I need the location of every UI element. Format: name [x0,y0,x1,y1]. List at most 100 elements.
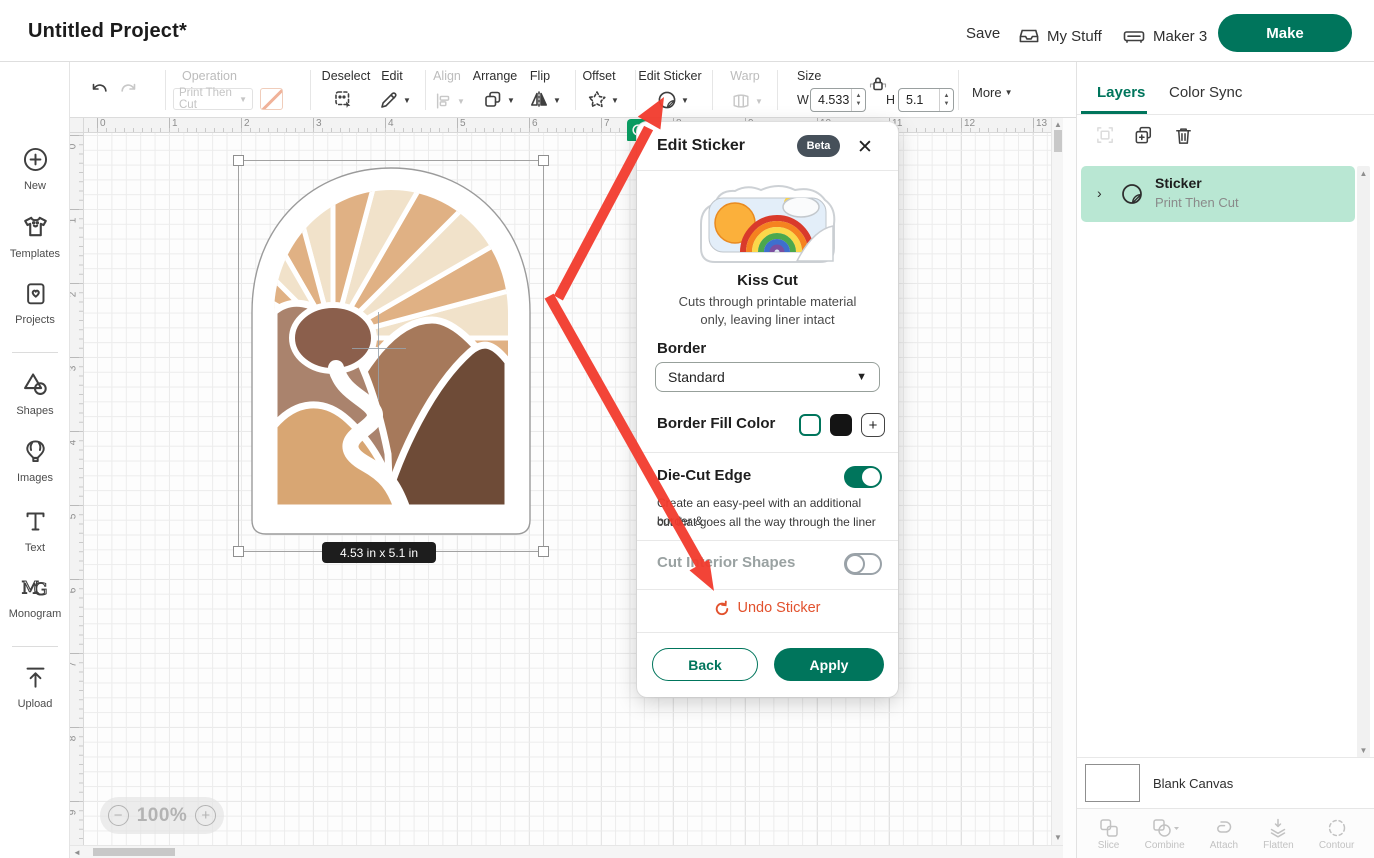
svg-text:G: G [34,580,48,600]
layer-operation-type: Print Then Cut [1155,195,1239,210]
border-label: Border [657,340,706,357]
design-canvas[interactable]: 01 23 45 67 89 1011 1213 01 23 45 67 89 [70,118,1076,858]
sidebar-item-shapes[interactable]: Shapes [0,370,70,417]
delete-button[interactable] [1173,125,1194,151]
deselect-button[interactable] [333,89,355,116]
sidebar-item-text[interactable]: Text [0,508,70,554]
layer-actions-bar: Slice Combine Attach Flatten [1077,808,1374,858]
add-color-button[interactable]: + [861,413,885,437]
attach-button[interactable]: Attach [1210,817,1238,851]
chevron-down-icon: ▼ [507,96,515,105]
warp-button[interactable]: ▼ [730,91,763,111]
group-button[interactable] [1095,125,1116,151]
flip-button[interactable]: ▼ [528,89,561,111]
arrange-button[interactable]: ▼ [482,89,515,111]
undo-sticker-link[interactable]: Undo Sticker [637,600,898,616]
sidebar-item-templates[interactable]: Templates [0,212,70,260]
cut-interior-shapes-label: Cut Interior Shapes [657,554,795,571]
my-stuff-button[interactable]: My Stuff [1018,25,1102,47]
horizontal-scrollbar[interactable]: ◄ [70,845,1063,858]
sidebar-divider [12,646,58,647]
canvas-color-swatch[interactable] [1085,764,1140,802]
die-cut-edge-toggle[interactable] [844,466,882,488]
offset-label: Offset [579,69,619,83]
monogram-icon: M G [20,574,50,601]
border-fill-color-label: Border Fill Color [657,415,775,432]
expand-chevron-icon[interactable]: › [1097,185,1102,201]
layers-scrollbar[interactable]: ▲ ▼ [1357,166,1370,758]
new-plus-icon [22,146,49,173]
cut-type-description: Cuts through printable material [637,294,898,309]
chevron-down-icon: ▼ [856,371,867,383]
scroll-down-icon[interactable]: ▼ [1054,833,1062,842]
layer-row-sticker[interactable]: › Sticker Print Then Cut [1081,166,1355,222]
scroll-up-icon[interactable]: ▲ [1360,169,1368,178]
offset-button[interactable]: ▼ [586,89,619,111]
sidebar-item-images[interactable]: Images [0,438,70,484]
sidebar-item-monogram[interactable]: M G Monogram [0,574,70,620]
flatten-icon [1267,817,1289,839]
panel-title: Edit Sticker [657,137,745,155]
tab-color-sync[interactable]: Color Sync [1169,84,1242,101]
height-label: H [886,93,895,107]
flatten-button[interactable]: Flatten [1263,817,1294,851]
vertical-scrollbar-thumb[interactable] [1054,130,1062,152]
width-stepper[interactable]: ▲▼ [851,89,865,111]
edit-label: Edit [372,69,412,83]
edit-sticker-label: Edit Sticker [635,69,705,83]
left-sidebar: New Templates Projects Shapes [0,62,70,858]
cursor-crosshair [378,312,379,400]
zoom-in-button[interactable]: + [195,805,216,826]
selection-handle-bottom-right[interactable] [538,546,549,557]
canvas-grid[interactable] [84,133,1051,845]
selection-handle-bottom-left[interactable] [233,546,244,557]
height-stepper[interactable]: ▲▼ [939,89,953,111]
operation-color-swatch[interactable] [260,88,283,110]
cut-interior-shapes-toggle[interactable] [844,553,882,575]
zoom-out-button[interactable]: − [108,805,129,826]
make-button[interactable]: Make [1218,14,1352,52]
align-button[interactable]: ▼ [434,91,465,111]
selection-handle-top-right[interactable] [538,155,549,166]
project-title[interactable]: Untitled Project* [28,20,187,43]
width-input[interactable]: 4.533 ▲▼ [810,88,866,112]
back-button[interactable]: Back [652,648,758,681]
slice-button[interactable]: Slice [1098,817,1120,851]
close-icon[interactable]: ✕ [852,134,878,160]
save-button[interactable]: Save [966,25,1000,42]
contour-button[interactable]: Contour [1319,817,1355,851]
sidebar-item-new[interactable]: New [0,146,70,192]
duplicate-button[interactable] [1133,125,1154,151]
horizontal-ruler: 01 23 45 67 89 1011 1213 [84,118,1051,133]
selection-handle-top-left[interactable] [233,155,244,166]
height-input[interactable]: 5.1 ▲▼ [898,88,954,112]
align-label: Align [432,69,462,83]
machine-icon [1122,25,1146,47]
border-fill-swatch-white-selected[interactable] [799,414,821,436]
undo-button[interactable] [88,80,110,107]
redo-button[interactable] [118,80,140,107]
chevron-down-icon: ▼ [1005,88,1013,97]
apply-button[interactable]: Apply [774,648,884,681]
border-select[interactable]: Standard ▼ [655,362,880,392]
layers-panel: Layers Color Sync › [1076,62,1374,858]
sidebar-item-projects[interactable]: Projects [0,280,70,326]
lock-aspect-button[interactable] [869,74,887,99]
edit-sticker-button[interactable]: ▼ [656,89,689,111]
border-fill-swatch-black[interactable] [830,414,852,436]
sidebar-item-upload[interactable]: Upload [0,664,70,710]
horizontal-scrollbar-thumb[interactable] [93,848,175,856]
tab-layers[interactable]: Layers [1097,84,1145,101]
scroll-down-icon[interactable]: ▼ [1360,746,1368,755]
selection-bounding-box[interactable] [238,160,544,552]
combine-button[interactable]: Combine [1145,817,1185,851]
machine-selector[interactable]: Maker 3 [1122,25,1207,47]
scroll-up-icon[interactable]: ▲ [1054,120,1062,129]
attach-icon [1212,817,1236,839]
operation-select[interactable]: Print Then Cut▼ [173,88,253,110]
edit-button[interactable]: ▼ [378,89,411,111]
vertical-scrollbar[interactable]: ▲ ▼ [1051,118,1063,845]
more-button[interactable]: More▼ [972,85,1013,100]
chevron-down-icon: ▼ [239,95,247,104]
scroll-left-icon[interactable]: ◄ [73,848,81,857]
